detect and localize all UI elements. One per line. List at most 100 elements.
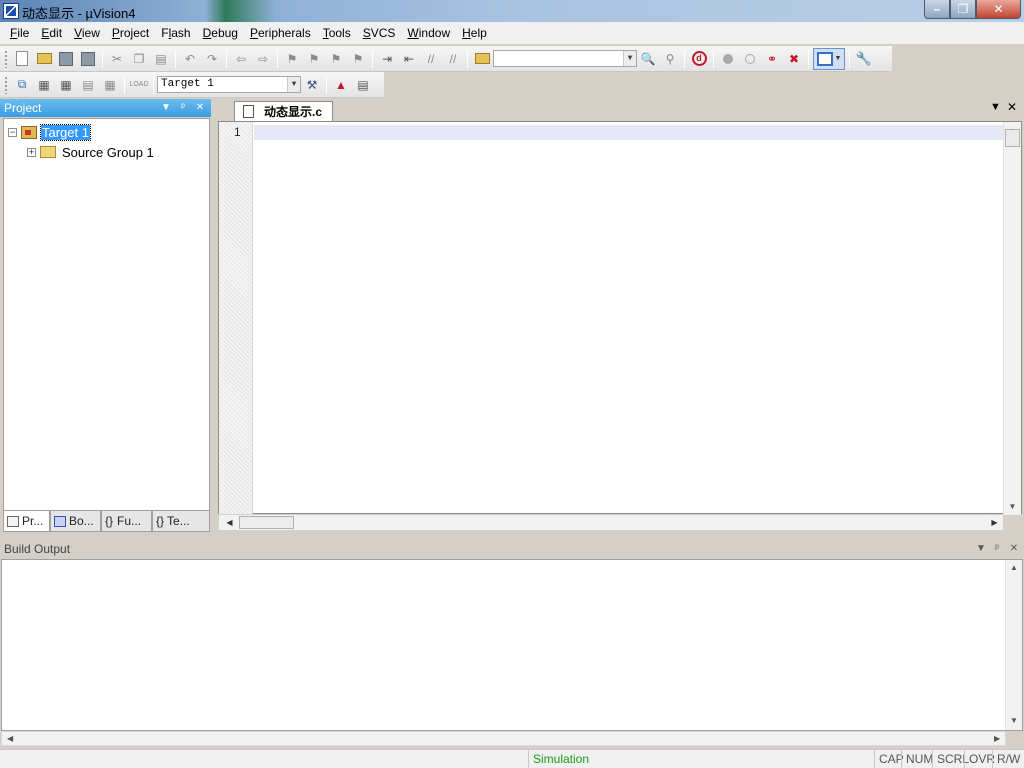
indent-button[interactable]: ⇥ xyxy=(377,49,397,69)
manage-components-button[interactable]: ▲ xyxy=(331,75,351,95)
tree-node-source-group[interactable]: + Source Group 1 xyxy=(27,143,154,161)
chevron-down-icon[interactable]: ▼ xyxy=(623,51,636,66)
close-button[interactable]: ✕ xyxy=(976,0,1021,19)
pin-icon[interactable]: ᵖ xyxy=(989,540,1005,558)
tab-source-file[interactable]: 动态显示.c xyxy=(234,101,334,121)
disable-all-breakpoints-button[interactable]: ⚭ xyxy=(762,49,782,69)
uncomment-button[interactable]: // xyxy=(443,49,463,69)
kill-all-breakpoints-button[interactable]: ✖ xyxy=(784,49,804,69)
load-icon: LOAD xyxy=(129,81,149,88)
menu-svcs[interactable]: SVCS xyxy=(357,22,402,44)
menu-tools[interactable]: Tools xyxy=(317,22,357,44)
cut-button[interactable]: ✂ xyxy=(107,49,127,69)
editor-vertical-scrollbar[interactable]: ▲ ▼ xyxy=(1003,122,1021,515)
uvision-app-icon[interactable] xyxy=(3,3,19,19)
build-output-pane[interactable]: ▲ ▼ xyxy=(1,559,1023,731)
collapse-icon[interactable]: − xyxy=(8,127,17,137)
start-debug-button[interactable]: d xyxy=(689,49,709,69)
navigate-forward-button[interactable]: ⇨ xyxy=(253,49,273,69)
code-editor[interactable]: 1 ▲ ▼ xyxy=(218,121,1022,515)
configure-button[interactable]: 🔧 xyxy=(854,49,874,69)
scroll-right-icon[interactable]: ▶ xyxy=(994,734,1000,743)
scroll-left-icon[interactable]: ◀ xyxy=(7,734,13,743)
editor-tabs-menu-icon[interactable]: ▼ xyxy=(990,101,1001,113)
window-title: 动态显示 - µVision4 xyxy=(22,6,136,21)
find-button[interactable]: 🔍 xyxy=(638,49,658,69)
close-icon[interactable]: ✕ xyxy=(1007,100,1017,114)
tab-project[interactable]: Pr... xyxy=(3,511,50,532)
menu-view[interactable]: View xyxy=(68,22,106,44)
paste-button[interactable]: ▤ xyxy=(151,49,171,69)
unindent-button[interactable]: ⇤ xyxy=(399,49,419,69)
menu-help[interactable]: Help xyxy=(456,22,493,44)
maximize-button[interactable]: ❐ xyxy=(950,0,976,19)
scroll-down-icon[interactable]: ▼ xyxy=(1004,498,1021,515)
build-vertical-scrollbar[interactable]: ▲ ▼ xyxy=(1005,560,1022,730)
toolbar-grip[interactable] xyxy=(4,75,8,94)
panel-menu-icon[interactable]: ▼ xyxy=(158,99,174,117)
tree-node-target[interactable]: − Target 1 xyxy=(8,123,91,141)
toolbar-separator xyxy=(467,49,468,68)
minimize-button[interactable]: – xyxy=(924,0,950,19)
scroll-down-icon[interactable]: ▼ xyxy=(1010,716,1018,725)
toolbar-grip[interactable] xyxy=(4,49,8,68)
select-packs-button[interactable]: ▤ xyxy=(353,75,373,95)
tree-node-target-label[interactable]: Target 1 xyxy=(40,123,91,141)
uncomment-icon: // xyxy=(449,51,457,66)
redo-button[interactable]: ↷ xyxy=(202,49,222,69)
menu-flash[interactable]: Flash xyxy=(155,22,196,44)
copy-button[interactable]: ❐ xyxy=(129,49,149,69)
expand-icon[interactable]: + xyxy=(27,147,36,157)
enable-breakpoint-button[interactable] xyxy=(740,49,760,69)
chevron-down-icon[interactable]: ▼ xyxy=(287,77,300,92)
scroll-left-icon[interactable]: ◀ xyxy=(221,515,238,530)
tab-books[interactable]: Bo... xyxy=(50,511,101,532)
menu-file[interactable]: File xyxy=(4,22,35,44)
panel-menu-icon[interactable]: ▼ xyxy=(973,540,989,558)
open-file-button[interactable] xyxy=(34,49,54,69)
scrollbar-thumb[interactable] xyxy=(1005,129,1020,147)
scroll-up-icon[interactable]: ▲ xyxy=(1010,563,1018,572)
navigate-back-button[interactable]: ⇦ xyxy=(231,49,251,69)
bookmark-prev-button[interactable]: ⚑ xyxy=(304,49,324,69)
batch-build-button[interactable]: ▤ xyxy=(78,75,98,95)
scroll-right-icon[interactable]: ▶ xyxy=(986,515,1003,530)
translate-button[interactable]: ⧉ xyxy=(12,75,32,95)
menu-window[interactable]: Window xyxy=(401,22,456,44)
scrollbar-thumb[interactable] xyxy=(239,516,294,529)
undo-button[interactable]: ↶ xyxy=(180,49,200,69)
new-file-button[interactable] xyxy=(12,49,32,69)
comment-button[interactable]: // xyxy=(421,49,441,69)
find-in-files-button[interactable] xyxy=(472,49,492,69)
close-icon[interactable]: ✕ xyxy=(192,99,208,117)
pin-icon[interactable]: ᵖ xyxy=(175,99,191,117)
bookmark-next-button[interactable]: ⚑ xyxy=(326,49,346,69)
find-combo[interactable]: ▼ xyxy=(493,50,637,67)
insert-breakpoint-button[interactable] xyxy=(718,49,738,69)
menu-edit[interactable]: Edit xyxy=(35,22,68,44)
editor-horizontal-scrollbar[interactable]: ◀ ▶ xyxy=(218,514,1004,531)
window-select-button[interactable]: ▼ xyxy=(813,47,845,70)
target-options-button[interactable]: ⚒ xyxy=(302,75,322,95)
close-icon[interactable]: ✕ xyxy=(1006,540,1022,558)
tab-templates[interactable]: {} Te... xyxy=(152,511,210,532)
download-button[interactable]: LOAD xyxy=(129,75,149,95)
menu-project[interactable]: Project xyxy=(106,22,155,44)
tree-node-source-group-label[interactable]: Source Group 1 xyxy=(62,145,154,160)
magic-wand-icon: ⚒ xyxy=(306,77,318,92)
menu-debug[interactable]: Debug xyxy=(197,22,244,44)
bookmark-toggle-button[interactable]: ⚑ xyxy=(282,49,302,69)
target-select[interactable]: Target 1 ▼ xyxy=(157,76,301,93)
build-button[interactable]: ▦ xyxy=(34,75,54,95)
debug-session-icon: d xyxy=(691,51,707,66)
rebuild-button[interactable]: ▦ xyxy=(56,75,76,95)
build-horizontal-scrollbar[interactable]: ◀ ▶ xyxy=(1,731,1006,746)
menu-peripherals[interactable]: Peripherals xyxy=(244,22,317,44)
stop-build-button[interactable]: ▦ xyxy=(100,75,120,95)
save-button[interactable] xyxy=(56,49,76,69)
bookmark-clear-button[interactable]: ⚑ xyxy=(348,49,368,69)
incremental-find-button[interactable]: ⚲ xyxy=(660,49,680,69)
save-all-button[interactable] xyxy=(78,49,98,69)
tab-functions[interactable]: {} Fu... xyxy=(101,511,152,532)
redo-icon: ↷ xyxy=(206,51,218,66)
